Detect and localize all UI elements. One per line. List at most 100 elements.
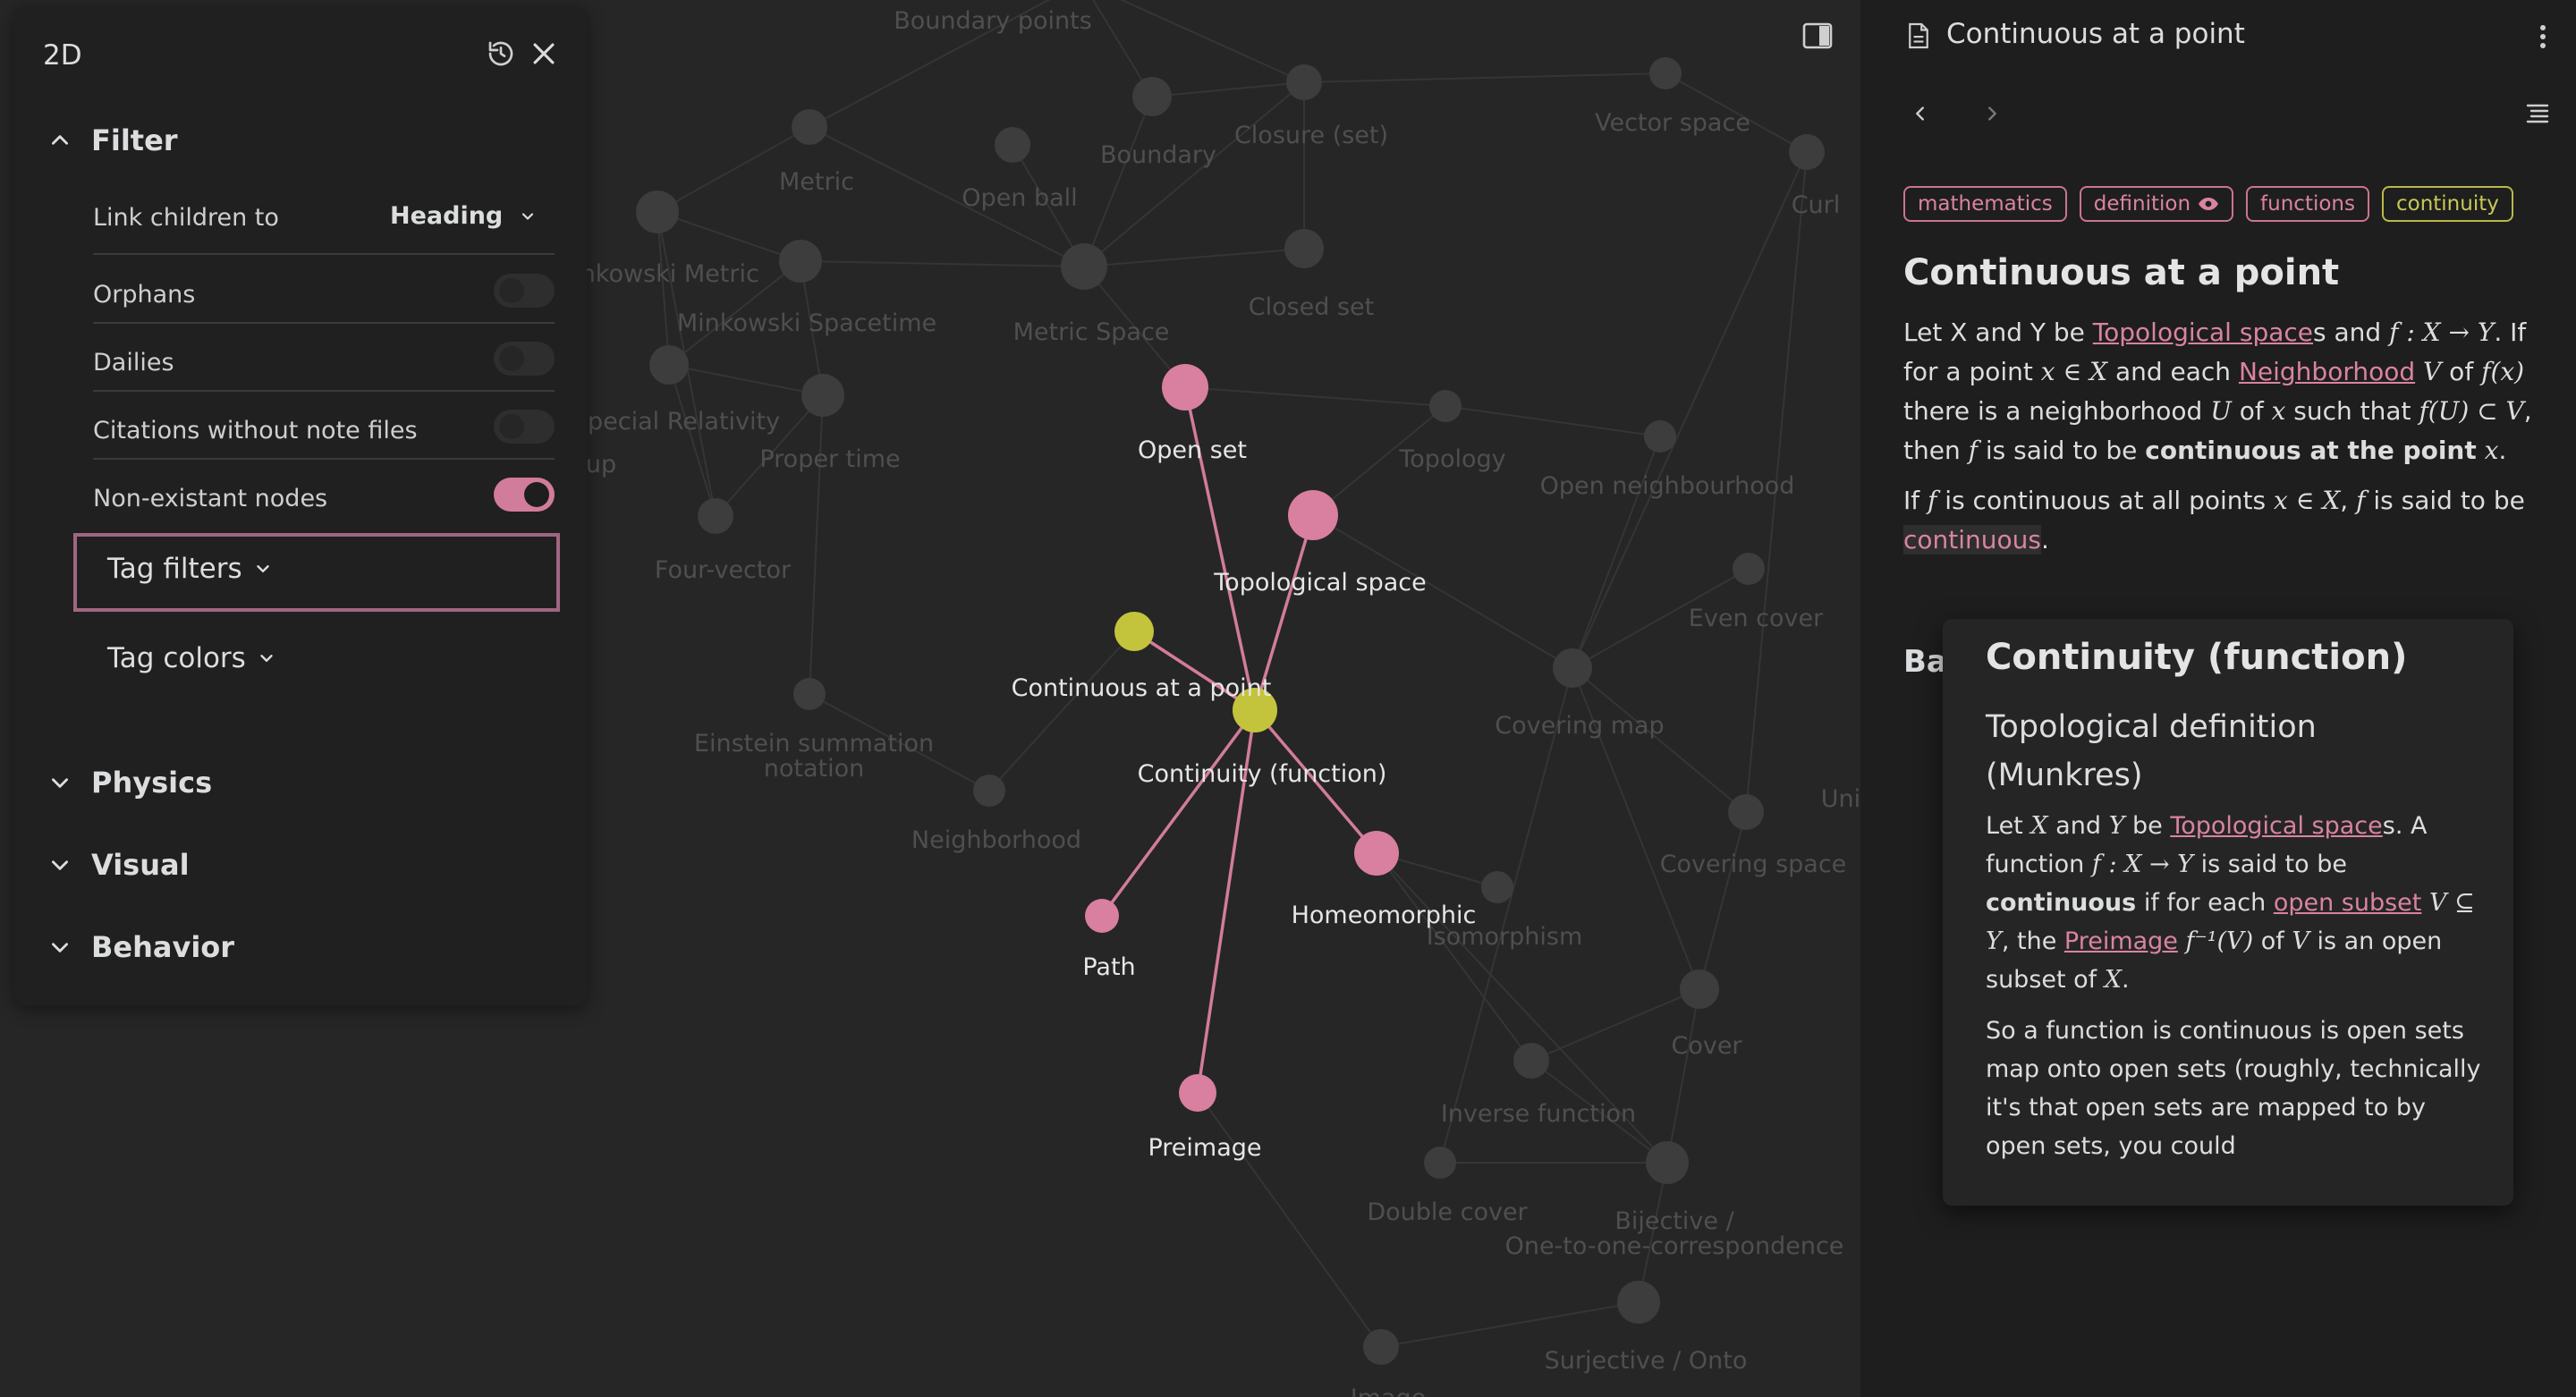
citations-toggle[interactable] — [494, 410, 555, 444]
filter-section-toggle[interactable]: Filter — [48, 123, 178, 157]
graph-settings-panel: 2D Filter Link children to Heading Orpha… — [14, 7, 587, 1005]
graph-node-continuous-at-a-point[interactable] — [1114, 612, 1154, 651]
graph-node-bijective[interactable] — [1646, 1141, 1689, 1184]
tag-label: definition — [2093, 192, 2191, 216]
graph-node-preimage[interactable] — [1179, 1074, 1216, 1112]
graph-node-double-cover[interactable] — [1424, 1147, 1456, 1179]
graph-node-vector-space[interactable] — [1649, 57, 1682, 89]
graph-node-even-cover[interactable] — [1733, 553, 1765, 585]
graph-node-closure-set[interactable] — [1286, 64, 1322, 100]
link-children-select[interactable]: Heading — [390, 202, 537, 230]
back-arrow-icon[interactable] — [1905, 98, 1936, 129]
restore-icon[interactable] — [481, 34, 521, 73]
toggle-sidebar-button[interactable] — [1798, 18, 1837, 54]
graph-node-open-neighbourhood[interactable] — [1644, 420, 1676, 453]
graph-edge — [1572, 151, 1808, 669]
graph-node-open-set[interactable] — [1162, 364, 1208, 411]
tag-label: functions — [2260, 192, 2355, 216]
graph-node-label: Cover — [1671, 1032, 1742, 1060]
orphans-label: Orphans — [93, 281, 196, 309]
graph-node-topology[interactable] — [1429, 390, 1462, 422]
physics-section-toggle[interactable]: Physics — [48, 766, 212, 800]
divider — [93, 390, 555, 392]
graph-node-label: Uni — [1821, 785, 1860, 813]
forward-arrow-icon[interactable] — [1977, 98, 2007, 129]
tag-colors-dropdown[interactable]: Tag colors — [107, 642, 276, 674]
visual-section-toggle[interactable]: Visual — [48, 848, 190, 882]
graph-edge — [1119, 0, 1305, 83]
graph-node-open-ball[interactable] — [995, 127, 1030, 163]
graph-node-path[interactable] — [1085, 899, 1119, 933]
popover-paragraph: So a function is continuous is open sets… — [1986, 1017, 2481, 1160]
math: f : X → Y — [2389, 318, 2495, 347]
graph-edge — [1184, 386, 1446, 407]
graph-node-label: Minkowski Spacetime — [677, 309, 936, 337]
graph-node-metric[interactable] — [792, 109, 827, 145]
graph-node-cover[interactable] — [1680, 969, 1719, 1009]
graph-node-four-vector[interactable] — [698, 498, 733, 534]
graph-edge — [988, 631, 1135, 792]
chevron-down-icon — [52, 943, 68, 952]
graph-edge — [1666, 988, 1700, 1164]
graph-node-homeomorphic[interactable] — [1354, 831, 1399, 876]
dailies-toggle[interactable] — [494, 342, 555, 376]
outline-icon[interactable] — [2522, 98, 2553, 129]
graph-node-einstein-summation[interactable] — [793, 678, 826, 710]
graph-node-surjective[interactable] — [1617, 1281, 1660, 1324]
graph-node-isomorphism[interactable] — [1481, 871, 1513, 903]
graph-node-proper-time[interactable] — [801, 374, 844, 417]
graph-node-inverse-function[interactable] — [1513, 1043, 1549, 1079]
graph-node-topological-space[interactable] — [1288, 490, 1338, 540]
graph-node-label: Path — [1082, 953, 1135, 981]
orphans-toggle[interactable] — [494, 274, 555, 308]
link-topological-space[interactable]: Topological space — [2093, 318, 2313, 347]
graph-node-curl[interactable] — [1789, 134, 1825, 170]
link-preimage[interactable]: Preimage — [2064, 927, 2178, 955]
close-icon[interactable] — [524, 34, 564, 73]
link-preview-popover[interactable]: Continuity (function) Topological defini… — [1943, 619, 2513, 1206]
math: f(x) — [2481, 357, 2525, 386]
graph-node-label: Homeomorphic — [1292, 902, 1477, 929]
graph-node-label: Surjective / Onto — [1545, 1347, 1748, 1375]
non-existant-toggle[interactable] — [494, 478, 555, 512]
math: f — [1928, 486, 1937, 515]
graph-node-boundary[interactable] — [1132, 77, 1172, 116]
graph-node-label: Inverse function — [1441, 1100, 1636, 1128]
graph-edge — [657, 211, 670, 366]
tag-filters-dropdown[interactable]: Tag filters — [107, 553, 273, 585]
divider — [93, 253, 555, 255]
graph-node-image[interactable] — [1363, 1329, 1399, 1365]
graph-node-special-relativity[interactable] — [649, 345, 689, 385]
math: V — [2423, 357, 2442, 386]
link-open-subset[interactable]: open subset — [2274, 889, 2422, 917]
link-topological-space[interactable]: Topological space — [2170, 812, 2382, 840]
tag-definition[interactable]: definition — [2079, 186, 2234, 222]
graph-node-metric-space[interactable] — [1061, 243, 1107, 290]
more-options-icon[interactable] — [2528, 20, 2558, 54]
graph-node-covering-space[interactable] — [1728, 794, 1764, 830]
graph-node-minkowski-spacetime[interactable] — [779, 240, 822, 283]
behavior-section-toggle[interactable]: Behavior — [48, 930, 234, 964]
tag-colors-label: Tag colors — [107, 642, 246, 674]
bold-text: continuous — [1986, 889, 2137, 917]
math: f — [2356, 486, 2366, 515]
text: there is a neighborhood — [1903, 396, 2211, 426]
graph-node-label: inkowski Metric — [573, 260, 759, 288]
graph-node-label: Vector space — [1595, 109, 1750, 137]
graph-node-label: Metric — [779, 168, 854, 196]
graph-node-neighborhood[interactable] — [973, 775, 1005, 807]
link-continuous[interactable]: continuous — [1903, 525, 2041, 555]
graph-node-covering-map[interactable] — [1553, 648, 1592, 688]
graph-edge — [1083, 248, 1305, 267]
graph-node-minkowski-metric[interactable] — [636, 190, 679, 233]
chevron-up-icon — [52, 135, 68, 145]
math: x — [2271, 396, 2286, 426]
graph-node-label: Metric Space — [1013, 318, 1170, 346]
graph-node-closed-set[interactable] — [1284, 229, 1324, 268]
tag-functions[interactable]: functions — [2246, 186, 2369, 222]
tag-continuity[interactable]: continuity — [2381, 186, 2513, 222]
text: such that — [2285, 396, 2419, 426]
tag-mathematics[interactable]: mathematics — [1903, 186, 2067, 222]
link-neighborhood[interactable]: Neighborhood — [2239, 357, 2415, 386]
popover-body: Let X and Y be Topological spaces. A fun… — [1986, 807, 2487, 1178]
